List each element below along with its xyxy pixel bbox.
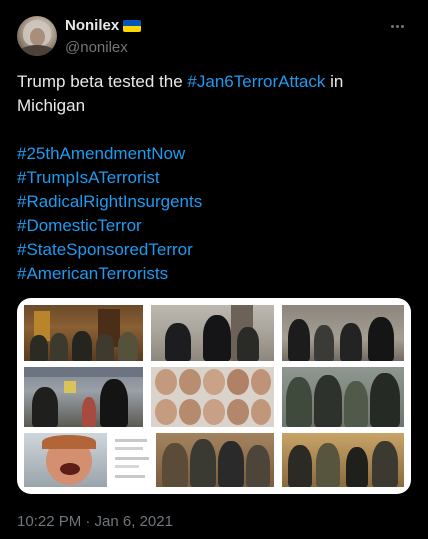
author-info: Nonilex @nonilex: [65, 17, 142, 57]
collage-photo: [107, 433, 153, 487]
avatar[interactable]: [17, 16, 57, 56]
display-name-row[interactable]: Nonilex: [65, 17, 142, 35]
ukraine-flag-icon: [123, 20, 142, 32]
tweet-header: Nonilex @nonilex: [17, 16, 411, 56]
tweet-text-part1: Trump beta tested the: [17, 72, 188, 91]
tweet-timestamp[interactable]: 10:22 PM · Jan 6, 2021: [17, 513, 173, 531]
hashtag-link[interactable]: #StateSponsoredTerror: [17, 238, 411, 262]
collage-photo: [156, 433, 274, 487]
collage-photo: [24, 305, 143, 361]
tweet-line-1: Trump beta tested the #Jan6TerrorAttack …: [17, 70, 411, 94]
collage-photo: [282, 305, 404, 361]
collage-photo: [282, 433, 404, 487]
display-name[interactable]: Nonilex: [65, 17, 119, 35]
hashtag-link[interactable]: #Jan6TerrorAttack: [187, 72, 325, 91]
hashtag-link[interactable]: #25thAmendmentNow: [17, 142, 411, 166]
photo-collage[interactable]: [17, 298, 411, 494]
collage-photo: [151, 305, 274, 361]
collage-photo: [151, 367, 274, 427]
collage-photo: [282, 367, 404, 427]
hashtag-link[interactable]: #RadicalRightInsurgents: [17, 190, 411, 214]
hashtag-link[interactable]: #DomesticTerror: [17, 214, 411, 238]
collage-photo: [24, 367, 143, 427]
more-options-icon[interactable]: [387, 18, 407, 34]
hashtag-link[interactable]: #AmericanTerrorists: [17, 262, 411, 286]
hashtag-link[interactable]: #TrumpIsATerrorist: [17, 166, 411, 190]
tweet-line-2: Michigan: [17, 96, 86, 115]
tweet-text: Trump beta tested the #Jan6TerrorAttack …: [17, 70, 411, 286]
user-handle[interactable]: @nonilex: [65, 39, 141, 57]
tweet-text-part2: in: [325, 72, 344, 91]
paragraph-break: [17, 118, 411, 142]
